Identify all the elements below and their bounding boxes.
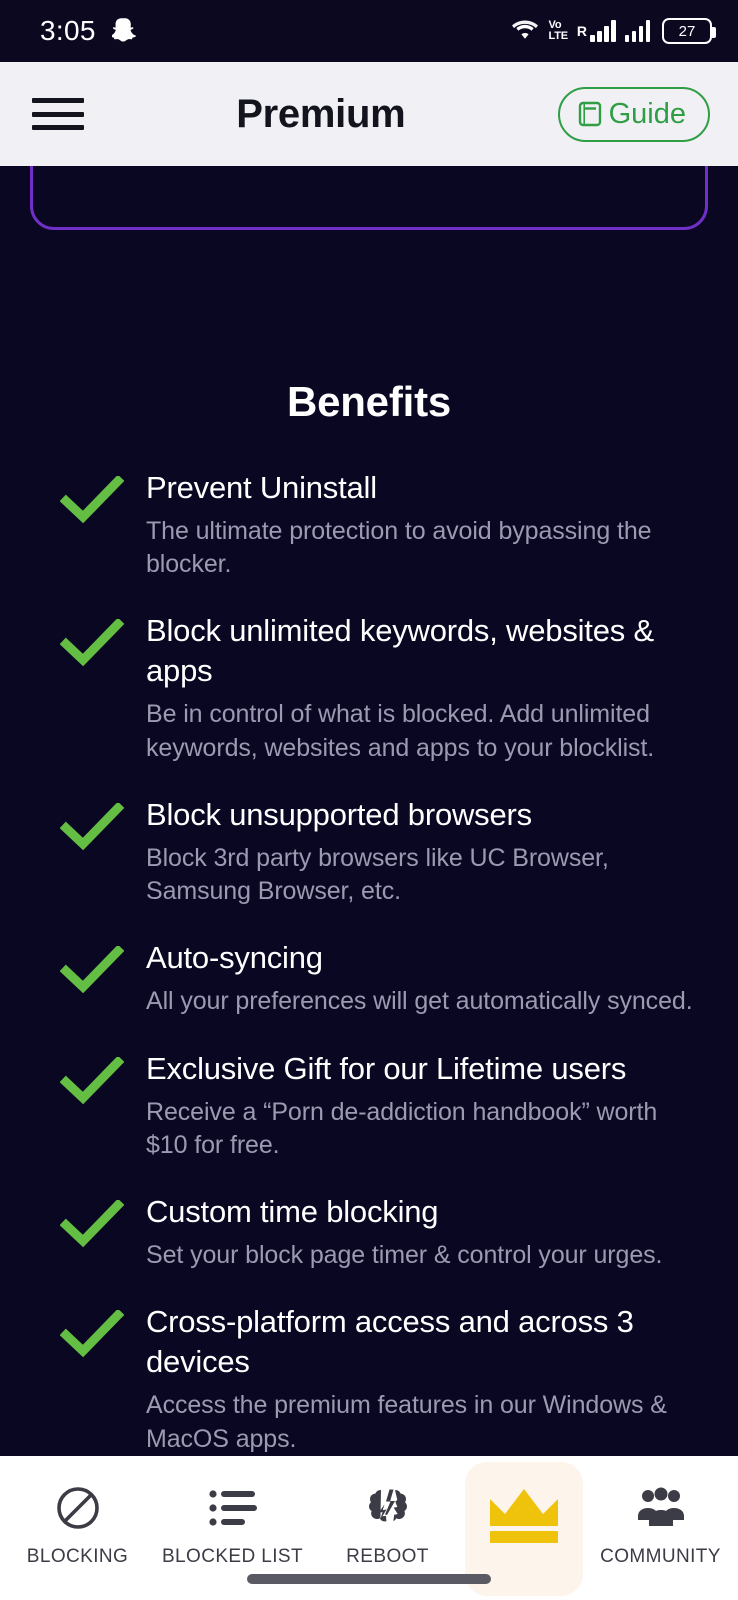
volte-badge: Vo LTE — [548, 19, 569, 42]
signal-bars-icon — [624, 20, 650, 42]
signal-bars-icon — [590, 20, 616, 42]
status-bar-clock: 3:05 — [40, 15, 96, 46]
benefit-description: All your preferences will get automatica… — [146, 987, 693, 1016]
nav-item-blocked-list[interactable]: BLOCKED LIST — [155, 1474, 310, 1584]
prohibition-icon — [52, 1482, 104, 1534]
benefit-title: Prevent Uninstall — [146, 470, 377, 505]
wifi-icon — [510, 19, 540, 43]
benefit-text: Block unsupported browsers Block 3rd par… — [146, 795, 700, 908]
signal-bars-sim2 — [624, 20, 650, 42]
people-group-icon — [635, 1482, 687, 1534]
phone-screen: 3:05 Vo LTE R 27 Premium Guide Benefits … — [0, 0, 738, 1600]
list-item: Auto-syncing All your preferences will g… — [60, 938, 700, 1018]
list-item: Exclusive Gift for our Lifetime users Re… — [60, 1049, 700, 1162]
checkmark-icon — [60, 938, 124, 994]
brain-bolt-icon — [362, 1482, 414, 1534]
app-header: Premium Guide — [0, 62, 738, 166]
nav-item-community[interactable]: COMMUNITY — [583, 1474, 738, 1584]
list-item: Block unlimited keywords, websites & app… — [60, 611, 700, 764]
list-item: Block unsupported browsers Block 3rd par… — [60, 795, 700, 908]
hamburger-menu-icon[interactable] — [32, 94, 84, 134]
benefit-text: Exclusive Gift for our Lifetime users Re… — [146, 1049, 700, 1162]
battery-percent-label: 27 — [678, 22, 696, 40]
benefits-list: Prevent Uninstall The ultimate protectio… — [0, 468, 738, 1456]
checkmark-icon — [60, 468, 124, 524]
benefit-text: Cross-platform access and across 3 devic… — [146, 1302, 700, 1455]
status-bar-right: Vo LTE R 27 — [510, 18, 716, 44]
list-item: Prevent Uninstall The ultimate protectio… — [60, 468, 700, 581]
list-icon — [207, 1482, 259, 1534]
bottom-navigation: BLOCKING BLOCKED LIST REBOOT COMMUNITY — [0, 1456, 738, 1600]
checkmark-icon — [60, 611, 124, 667]
benefit-description: Receive a “Porn de-addiction handbook” w… — [146, 1097, 658, 1159]
benefit-description: Block 3rd party browsers like UC Browser… — [146, 843, 609, 906]
signal-bars-sim1: R — [577, 20, 616, 42]
book-icon — [578, 101, 602, 127]
nav-label: BLOCKING — [26, 1546, 129, 1567]
scroll-content[interactable]: Benefits Prevent Uninstall The ultimate … — [0, 166, 738, 1456]
benefit-title: Auto-syncing — [146, 940, 323, 976]
nav-label: BLOCKED LIST — [161, 1546, 303, 1567]
benefit-text: Custom time blocking Set your block page… — [146, 1192, 700, 1272]
roaming-label: R — [576, 23, 587, 39]
checkmark-icon — [60, 795, 124, 851]
section-title-benefits: Benefits — [286, 378, 452, 425]
crown-icon — [486, 1482, 562, 1548]
list-item: Cross-platform access and across 3 devic… — [60, 1302, 700, 1455]
benefit-description: The ultimate protection to avoid bypassi… — [146, 516, 652, 579]
checkmark-icon — [60, 1192, 124, 1248]
list-item: Custom time blocking Set your block page… — [60, 1192, 700, 1272]
benefit-title: Block unlimited keywords, websites & app… — [146, 613, 654, 689]
benefit-text: Auto-syncing All your preferences will g… — [146, 938, 700, 1018]
benefit-title: Custom time blocking — [146, 1194, 439, 1230]
guide-button[interactable]: Guide — [557, 86, 710, 142]
benefit-title: Cross-platform access and across 3 devic… — [146, 1304, 634, 1380]
benefit-description: Set your block page timer & control your… — [146, 1241, 663, 1270]
guide-button-label: Guide — [608, 97, 686, 130]
benefit-text: Block unlimited keywords, websites & app… — [146, 611, 700, 764]
page-title: Premium — [236, 91, 406, 136]
benefit-title: Block unsupported browsers — [146, 796, 532, 832]
benefit-description: Be in control of what is blocked. Add un… — [146, 700, 655, 762]
nav-label: REBOOT — [346, 1546, 429, 1567]
snapchat-ghost-icon — [111, 17, 138, 45]
checkmark-icon — [60, 1302, 124, 1358]
benefit-title: Exclusive Gift for our Lifetime users — [146, 1050, 627, 1086]
checkmark-icon — [60, 1049, 124, 1105]
battery-icon: 27 — [662, 18, 716, 44]
nav-item-reboot[interactable]: REBOOT — [310, 1474, 465, 1584]
plan-card-partial[interactable] — [30, 166, 708, 230]
status-bar-left: 3:05 — [40, 15, 138, 47]
status-bar: 3:05 Vo LTE R 27 — [0, 0, 738, 62]
benefit-text: Prevent Uninstall The ultimate protectio… — [146, 468, 700, 581]
home-indicator[interactable] — [247, 1574, 491, 1584]
benefit-description: Access the premium features in our Windo… — [146, 1391, 667, 1453]
nav-label: COMMUNITY — [600, 1546, 721, 1567]
nav-item-blocking[interactable]: BLOCKING — [0, 1474, 155, 1584]
